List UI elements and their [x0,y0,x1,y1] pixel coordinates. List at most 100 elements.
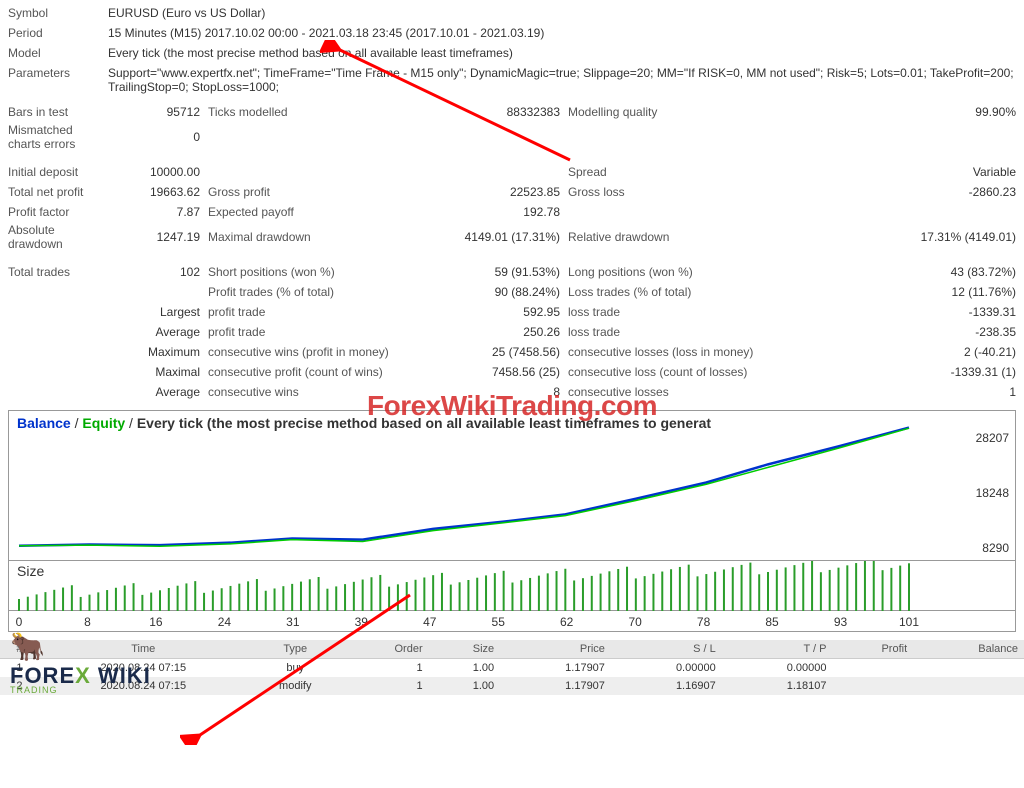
maximal-dd-value: 4149.01 (17.31%) [438,230,568,244]
x-tick: 16 [149,615,162,629]
trades-table: #TimeTypeOrderSizePriceS / LT / PProfitB… [0,640,1024,695]
size-panel: Size [9,561,1015,611]
total-trades-value: 102 [108,265,208,279]
trades-header-cell[interactable]: Order [343,640,429,659]
trades-header-cell[interactable]: Price [500,640,611,659]
avg-profit-label: profit trade [208,325,438,339]
max-cl-label: consecutive losses (loss in money) [568,345,798,359]
mismatched-label: Mismatched charts errors [8,123,108,151]
expected-payoff-value: 192.78 [438,205,568,219]
parameters-value: Support="www.expertfx.net"; TimeFrame="T… [108,66,1016,94]
loss-trades-label: Loss trades (% of total) [568,285,798,299]
size-bars-svg [9,561,969,611]
x-tick: 101 [899,615,919,629]
trades-header-cell[interactable]: T / P [722,640,833,659]
equity-line-svg [9,411,969,561]
largest-profit-value: 592.95 [438,305,568,319]
total-trades-label: Total trades [8,265,108,279]
max-cl-value: 2 (-40.21) [798,345,1016,359]
maxp-cw-value: 7458.56 (25) [438,365,568,379]
avg-cl-value: 1 [798,385,1016,399]
maximal-label: Maximal [108,365,208,379]
ticks-modelled-label: Ticks modelled [208,105,438,119]
avg-cw-label: consecutive wins [208,385,438,399]
stats-grid: Bars in test 95712 Ticks modelled 883323… [8,102,1016,402]
x-tick: 8 [84,615,91,629]
model-value: Every tick (the most precise method base… [108,46,1016,60]
bars-in-test-value: 95712 [108,105,208,119]
y-tick-0: 28207 [976,431,1009,445]
modelling-quality-value: 99.90% [798,105,1016,119]
maxp-cl-label: consecutive loss (count of losses) [568,365,798,379]
chart-main-panel: 28207 18248 8290 [9,411,1015,561]
period-label: Period [8,26,108,40]
long-pos-value: 43 (83.72%) [798,265,1016,279]
parameters-label: Parameters [8,66,108,80]
trades-header-cell[interactable]: Type [248,640,343,659]
tick-legend: Every tick (the most precise method base… [137,415,711,431]
ticks-modelled-value: 88332383 [438,105,568,119]
trades-header-row: #TimeTypeOrderSizePriceS / LT / PProfitB… [0,640,1024,659]
largest-loss-value: -1339.31 [798,305,1016,319]
maximum-label: Maximum [108,345,208,359]
balance-legend: Balance [17,415,71,431]
table-row[interactable]: 22020.08.24 07:15modify11.001.179071.169… [0,677,1024,695]
avg-cw-value: 8 [438,385,568,399]
x-tick: 24 [218,615,231,629]
largest-profit-label: profit trade [208,305,438,319]
table-row[interactable]: 12020.08.24 07:15buy11.001.179070.000000… [0,659,1024,678]
largest-loss-label: loss trade [568,305,798,319]
avg-loss-label: loss trade [568,325,798,339]
trades-header-cell[interactable]: Profit [832,640,913,659]
gross-loss-value: -2860.23 [798,185,1016,199]
profit-factor-value: 7.87 [108,205,208,219]
profit-trades-label: Profit trades (% of total) [208,285,438,299]
long-pos-label: Long positions (won %) [568,265,798,279]
x-tick: 47 [423,615,436,629]
trades-header-cell[interactable]: Time [39,640,248,659]
relative-dd-label: Relative drawdown [568,230,798,244]
avg-profit-value: 250.26 [438,325,568,339]
y-tick-2: 8290 [982,541,1009,555]
average-label: Average [108,325,208,339]
x-tick: 55 [492,615,505,629]
largest-label: Largest [108,305,208,319]
gross-profit-label: Gross profit [208,185,438,199]
trades-header-cell[interactable]: S / L [611,640,722,659]
spread-value: Variable [798,165,1016,179]
maximal-dd-label: Maximal drawdown [208,230,438,244]
absolute-dd-value: 1247.19 [108,230,208,244]
avg-cl-label: consecutive losses [568,385,798,399]
equity-chart: Balance / Equity / Every tick (the most … [8,410,1016,632]
average2-label: Average [108,385,208,399]
trades-header-cell[interactable]: Balance [913,640,1024,659]
trades-header-cell[interactable]: # [0,640,39,659]
expected-payoff-label: Expected payoff [208,205,438,219]
profit-factor-label: Profit factor [8,205,108,219]
avg-loss-value: -238.35 [798,325,1016,339]
total-net-profit-label: Total net profit [8,185,108,199]
gross-profit-value: 22523.85 [438,185,568,199]
absolute-dd-label: Absolute drawdown [8,223,108,251]
modelling-quality-label: Modelling quality [568,105,798,119]
gross-loss-label: Gross loss [568,185,798,199]
x-tick: 31 [286,615,299,629]
bars-in-test-label: Bars in test [8,105,108,119]
trades-header-cell[interactable]: Size [429,640,501,659]
max-cw-value: 25 (7458.56) [438,345,568,359]
total-net-profit-value: 19663.62 [108,185,208,199]
maxp-cl-value: -1339.31 (1) [798,365,1016,379]
x-tick: 78 [697,615,710,629]
max-cw-label: consecutive wins (profit in money) [208,345,438,359]
loss-trades-value: 12 (11.76%) [798,285,1016,299]
short-pos-value: 59 (91.53%) [438,265,568,279]
mismatched-value: 0 [108,130,208,144]
x-tick: 0 [16,615,23,629]
strategy-report: Symbol EURUSD (Euro vs US Dollar) Period… [0,0,1024,402]
x-tick: 62 [560,615,573,629]
initial-deposit-label: Initial deposit [8,165,108,179]
x-tick: 39 [355,615,368,629]
x-tick: 85 [765,615,778,629]
chart-title: Balance / Equity / Every tick (the most … [17,415,711,431]
relative-dd-value: 17.31% (4149.01) [798,230,1016,244]
